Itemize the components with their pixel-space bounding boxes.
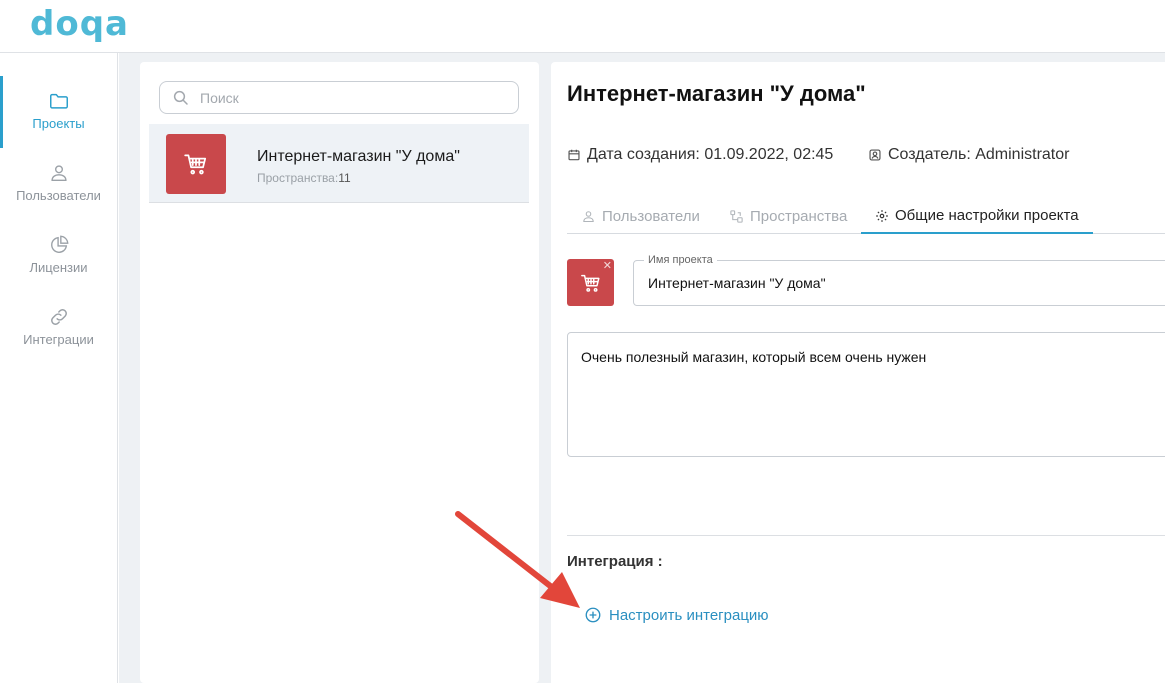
creator-text: Создатель: Administrator bbox=[888, 146, 1070, 163]
cart-icon bbox=[581, 274, 600, 292]
configure-integration-label: Настроить интеграцию bbox=[609, 606, 769, 624]
user-icon bbox=[50, 165, 67, 182]
project-image-upload[interactable]: ✕ bbox=[567, 259, 614, 306]
user-icon bbox=[583, 211, 594, 223]
sidebar-item-label: Лицензии bbox=[29, 260, 88, 275]
gear-icon bbox=[876, 209, 888, 222]
divider bbox=[567, 535, 1165, 536]
app-logo[interactable]: doqa bbox=[30, 4, 129, 44]
created-date-text: Дата создания: 01.09.2022, 02:45 bbox=[587, 146, 834, 163]
list-item[interactable]: Интернет-магазин "У дома" Пространства:1… bbox=[149, 124, 529, 203]
spaces-label: Пространства: bbox=[257, 171, 339, 185]
user-badge-icon bbox=[869, 149, 881, 161]
created-date: Дата создания: 01.09.2022, 02:45 bbox=[567, 146, 833, 164]
spaces-icon bbox=[730, 210, 743, 223]
cart-icon bbox=[184, 154, 207, 175]
sidebar-item-label: Интеграции bbox=[23, 332, 94, 347]
sidebar-item-users[interactable]: Пользователи bbox=[0, 148, 117, 220]
project-detail-panel: Интернет-магазин "У дома" Дата создания:… bbox=[551, 62, 1165, 683]
spaces-count: 11 bbox=[338, 171, 351, 185]
close-icon[interactable]: ✕ bbox=[603, 259, 612, 272]
link-icon bbox=[50, 309, 67, 325]
annotation-arrow bbox=[455, 511, 580, 608]
sidebar: Проекты Пользователи Лицензии Интеграции bbox=[0, 53, 118, 683]
sidebar-item-label: Пользователи bbox=[16, 188, 101, 203]
tab-general-settings[interactable]: Общие настройки проекта bbox=[861, 199, 1093, 234]
project-name-field: Имя проекта bbox=[633, 254, 1165, 306]
tab-label: Пользователи bbox=[602, 208, 700, 225]
top-bar: doqa bbox=[0, 0, 1165, 53]
project-description-field[interactable]: Очень полезный магазин, который всем оче… bbox=[567, 332, 1165, 457]
tab-bar: Пользователи Пространства Общие настройк… bbox=[567, 199, 1165, 234]
tab-users[interactable]: Пользователи bbox=[581, 199, 700, 234]
project-spaces: Пространства:11 bbox=[257, 171, 351, 185]
sidebar-item-projects[interactable]: Проекты bbox=[0, 76, 117, 148]
configure-integration-button[interactable]: Настроить интеграцию bbox=[584, 606, 769, 624]
search-icon bbox=[173, 90, 188, 105]
sidebar-item-label: Проекты bbox=[32, 116, 85, 131]
search-box bbox=[159, 81, 519, 114]
folder-icon bbox=[49, 93, 68, 109]
creator: Создатель: Administrator bbox=[868, 146, 1069, 164]
sidebar-item-licenses[interactable]: Лицензии bbox=[0, 220, 117, 292]
sidebar-item-integrations[interactable]: Интеграции bbox=[0, 292, 117, 364]
page-title: Интернет-магазин "У дома" bbox=[567, 81, 866, 106]
tab-label: Пространства bbox=[750, 208, 848, 225]
project-thumbnail bbox=[166, 134, 226, 194]
project-name: Интернет-магазин "У дома" bbox=[257, 148, 460, 165]
project-name-input[interactable] bbox=[648, 275, 1148, 291]
pie-chart-icon bbox=[50, 235, 68, 253]
tab-label: Общие настройки проекта bbox=[895, 207, 1079, 224]
tab-spaces[interactable]: Пространства bbox=[729, 199, 847, 234]
calendar-icon bbox=[568, 149, 580, 161]
search-input[interactable] bbox=[200, 88, 500, 108]
field-label: Имя проекта bbox=[644, 254, 717, 266]
